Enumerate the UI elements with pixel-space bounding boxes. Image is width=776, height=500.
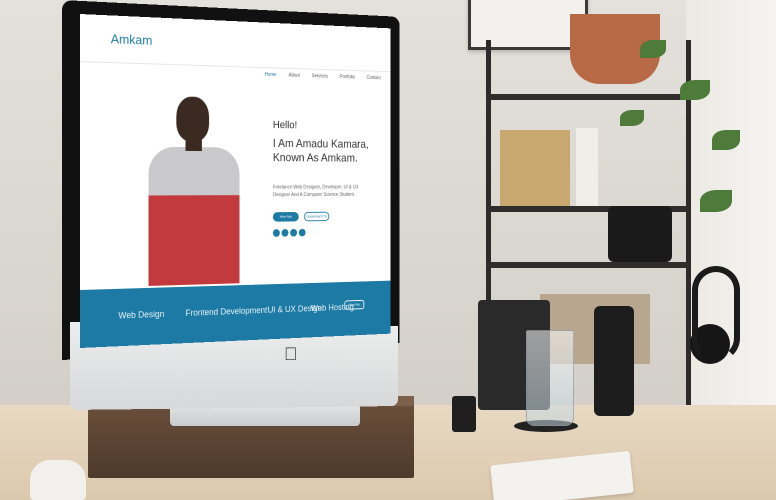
hero-tagline: Freelance Web Designer, Developer, UI & …: [273, 184, 374, 199]
apple-logo-icon: : [284, 344, 300, 364]
twitter-icon[interactable]: [282, 229, 289, 237]
workspace-scene:  Amkam Home About Services Portfolio Co…: [0, 0, 776, 500]
linkedin-icon[interactable]: [290, 229, 297, 237]
hire-me-button[interactable]: Hire Me: [273, 212, 299, 222]
services-hire-me-button[interactable]: Hire Me: [344, 300, 364, 310]
camera-lenses: [608, 206, 672, 262]
shelf-board: [486, 262, 691, 268]
plant-leaf: [712, 130, 740, 150]
nav-link-contact[interactable]: Contact: [367, 75, 381, 81]
binder-on-shelf: [576, 128, 598, 206]
shelf-board: [486, 94, 691, 100]
hero-greeting: Hello!: [273, 119, 297, 131]
plant-leaf: [700, 190, 732, 212]
service-web-design: Web Design: [118, 309, 164, 321]
portrait-head: [176, 96, 209, 141]
headphones: [692, 266, 740, 362]
imac-screen: Amkam Home About Services Portfolio Cont…: [80, 14, 390, 348]
nav-links: Home About Services Portfolio Contact: [265, 72, 381, 81]
hero-portrait: [149, 94, 240, 286]
site-brand[interactable]: Amkam: [111, 31, 153, 47]
pencil-cup: [452, 396, 476, 432]
facebook-icon[interactable]: [273, 229, 280, 237]
hero-headline: I Am Amadu Kamara, Known As Amkam.: [273, 137, 387, 166]
nav-link-home[interactable]: Home: [265, 72, 277, 78]
social-links: [273, 229, 306, 237]
glass-of-water: [526, 330, 574, 426]
plant-leaf: [640, 40, 666, 58]
download-cv-button[interactable]: Download CV: [304, 212, 329, 222]
plant-leaf: [680, 80, 710, 100]
vase: [30, 460, 86, 500]
phone-on-stand: [594, 306, 634, 416]
nav-link-about[interactable]: About: [289, 73, 300, 79]
nav-link-services[interactable]: Services: [312, 73, 328, 79]
service-frontend-development: Frontend Development: [185, 305, 267, 318]
notebook-on-shelf: [500, 130, 570, 206]
instagram-icon[interactable]: [299, 229, 306, 237]
portrait-crossed-arms: [154, 239, 234, 262]
nav-link-portfolio[interactable]: Portfolio: [340, 74, 355, 80]
plant-leaf: [620, 110, 644, 126]
